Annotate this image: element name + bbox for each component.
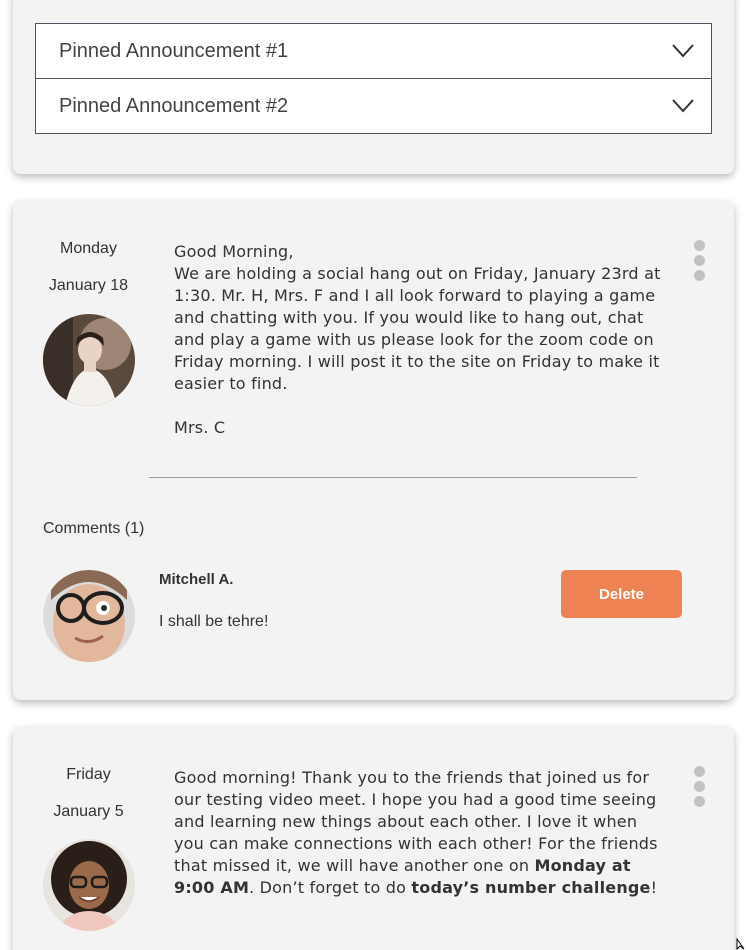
divider (149, 477, 637, 478)
commenter-name: Mitchell A. (159, 571, 234, 588)
post-bold-text: today’s number challenge (411, 878, 651, 897)
post-greeting: Good Morning, (174, 242, 294, 261)
comments-heading: Comments (1) (43, 520, 145, 537)
more-options-icon[interactable] (694, 766, 706, 811)
cursor-icon (736, 938, 745, 950)
announcement-post: Friday January 5 Good morning! Thank you… (13, 727, 734, 950)
announcement-post: Monday January 18 Good Morning, We are h… (13, 201, 734, 700)
comment-text: I shall be tehre! (159, 613, 269, 630)
post-date-text: January 18 (48, 277, 129, 294)
chevron-down-icon (672, 99, 694, 113)
post-body: Good morning! Thank you to the friends t… (174, 767, 664, 899)
chevron-down-icon (672, 44, 694, 58)
post-day: Monday (60, 240, 117, 257)
delete-comment-button[interactable]: Delete (561, 570, 682, 618)
post-message: Good morning! Thank you to the friends t… (174, 767, 664, 899)
post-body: Good Morning, We are holding a social ha… (174, 241, 664, 439)
pinned-announcement-label: Pinned Announcement #1 (59, 39, 289, 62)
pinned-announcements-card: Pinned Announcement #1 Pinned Announceme… (13, 0, 734, 174)
pinned-announcement-label: Pinned Announcement #2 (59, 94, 289, 117)
pinned-announcement-2[interactable]: Pinned Announcement #2 (35, 78, 712, 134)
more-options-icon[interactable] (694, 240, 706, 285)
post-day: Friday (66, 766, 111, 783)
post-text-segment: ! (650, 878, 658, 897)
author-avatar (43, 314, 135, 406)
post-signature: Mrs. C (174, 418, 226, 437)
post-date-text: January 5 (53, 803, 124, 820)
post-text-segment: . Don’t forget to do (249, 878, 412, 897)
post-message: We are holding a social hang out on Frid… (174, 264, 661, 393)
author-avatar (43, 839, 135, 931)
pinned-announcement-1[interactable]: Pinned Announcement #1 (35, 23, 712, 79)
commenter-avatar (43, 570, 135, 662)
